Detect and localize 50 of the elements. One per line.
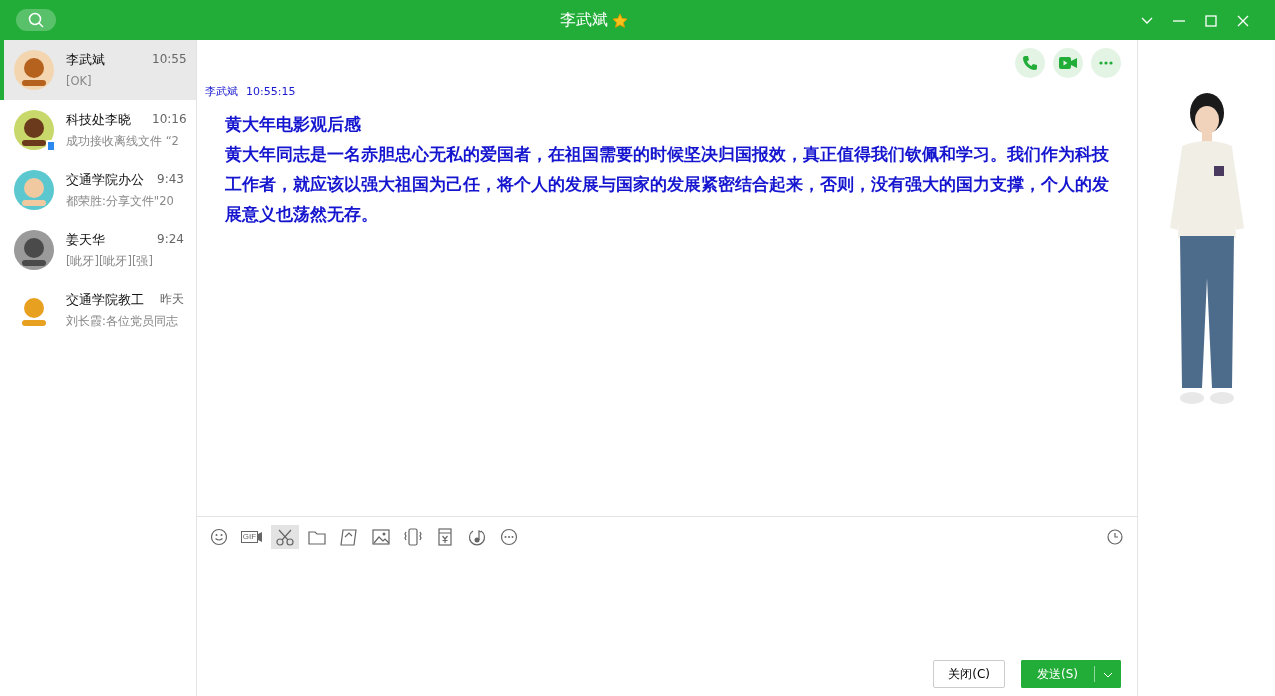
chevron-down-icon	[1141, 16, 1153, 25]
contact-name: 姜天华	[66, 230, 106, 249]
emoji-icon	[210, 528, 228, 546]
chat-item[interactable]: 李武斌 10:55 [OK]	[0, 40, 196, 100]
minimize-icon	[1173, 19, 1185, 22]
video-camera-icon	[1059, 56, 1077, 70]
caret-icon	[1103, 671, 1113, 678]
image-icon	[372, 528, 390, 546]
more-icon	[1099, 61, 1113, 65]
chat-item[interactable]: 交通学院教工 昨天 刘长霞:各位党员同志	[0, 280, 196, 340]
close-icon	[1237, 14, 1249, 27]
chat-item[interactable]: 科技处李晓 10:16 成功接收离线文件 “2	[0, 100, 196, 160]
sender-name: 李武斌	[205, 84, 238, 100]
contact-name: 李武斌	[66, 50, 106, 69]
video-call-button[interactable]	[1053, 48, 1083, 78]
vibrate-icon	[404, 528, 422, 546]
scissors-button[interactable]	[271, 525, 299, 549]
window-title: 李武斌	[559, 9, 608, 31]
maximize-icon	[1205, 14, 1217, 27]
camera-button[interactable]: GIF	[237, 525, 267, 549]
chat-time: 昨天	[160, 290, 184, 308]
folder-icon	[308, 528, 326, 546]
scissors-icon	[276, 528, 294, 546]
more-icon	[500, 528, 518, 546]
close-dialog-button[interactable]: 关闭(C)	[933, 660, 1005, 688]
search-button[interactable]	[16, 9, 56, 31]
phone-icon	[1022, 55, 1038, 71]
voice-call-button[interactable]	[1015, 48, 1045, 78]
chat-time: 10:55	[152, 50, 187, 68]
contact-name: 交通学院教工	[66, 290, 145, 309]
chat-time: 9:24	[157, 230, 184, 248]
clock-icon	[1107, 529, 1123, 545]
chat-item[interactable]: 姜天华 9:24 [呲牙][呲牙][强]	[0, 220, 196, 280]
message-preview: [OK]	[66, 73, 93, 91]
message-text: 黄大年同志是一名赤胆忠心无私的爱国者，在祖国需要的时候坚决归国报效，真正值得我们钦佩和学习。我们作为科技工作者，就应该以强大祖国为己任，将个人的发展与国家的发展紧密结合起来，否则，没有强大的国力支撑，个人的发展意义也荡然无存。	[225, 142, 1110, 226]
message-preview: 成功接收离线文件 “2	[66, 133, 180, 151]
message-preview: 刘长霞:各位党员同志	[66, 313, 179, 331]
doodle-icon	[340, 528, 358, 546]
chat-item[interactable]: 交通学院办公 9:43 都荣胜:分享文件"20	[0, 160, 196, 220]
message-preview: [呲牙][呲牙][强]	[66, 253, 154, 271]
chat-time: 9:43	[157, 170, 184, 188]
message-text: 黄大年电影观后感	[225, 112, 362, 136]
message-time: 10:55:15	[246, 84, 296, 100]
yen-envelope-icon	[436, 528, 454, 546]
contact-name: 交通学院办公	[66, 170, 145, 189]
contact-name: 科技处李晓	[66, 110, 132, 129]
message-preview: 都荣胜:分享文件"20	[66, 193, 175, 211]
search-icon	[28, 12, 44, 28]
music-icon	[468, 528, 486, 546]
chat-time: 10:16	[152, 110, 187, 128]
